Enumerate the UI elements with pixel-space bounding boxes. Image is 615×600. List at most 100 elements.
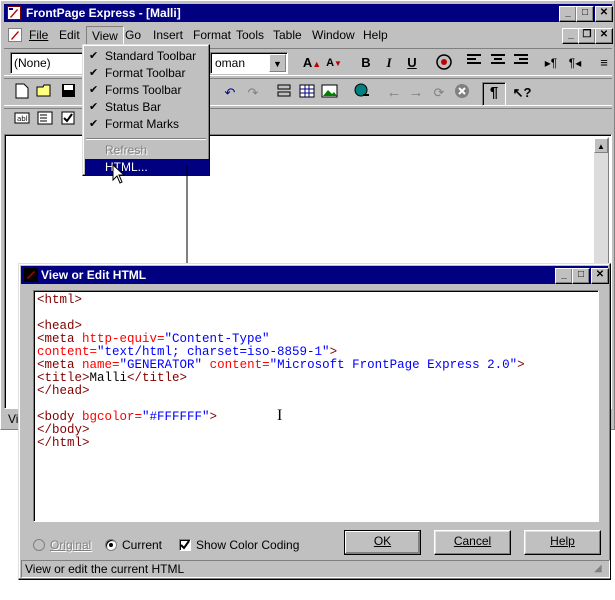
- html-code-text[interactable]: <html> <head> <meta http-equiv="Content-Ty…: [37, 294, 593, 450]
- radio-original[interactable]: Original: [33, 538, 103, 554]
- close-icon[interactable]: ✕: [595, 6, 613, 22]
- code-token: <meta: [37, 358, 83, 372]
- align-center-icon[interactable]: [488, 53, 508, 73]
- radio-original-label: Original: [50, 538, 92, 552]
- checkbox-icon[interactable]: [58, 111, 78, 131]
- style-dropdown-value: (None): [14, 56, 51, 70]
- form-field-icon[interactable]: [274, 83, 294, 103]
- open-folder-icon[interactable]: [35, 83, 55, 103]
- help-button[interactable]: Help: [524, 530, 601, 555]
- show-color-coding-checkbox[interactable]: Show Color Coding: [179, 538, 309, 554]
- back-arrow-icon[interactable]: ←: [384, 83, 404, 103]
- dialog-status-bar: View or edit the current HTML ◢: [21, 560, 610, 578]
- dialog-close-icon[interactable]: ✕: [591, 268, 609, 284]
- code-token: </body>: [37, 423, 90, 437]
- ok-button[interactable]: OK: [344, 530, 421, 555]
- radio-current-circle[interactable]: [105, 539, 117, 551]
- checkmark-icon: ✔: [89, 118, 99, 130]
- menu-tools[interactable]: Tools: [231, 26, 269, 44]
- dialog-title: View or Edit HTML: [41, 268, 147, 282]
- menu-refresh[interactable]: Refresh: [83, 142, 207, 159]
- scrolling-textbox-icon[interactable]: [35, 111, 55, 131]
- minimize-icon[interactable]: _: [559, 6, 577, 22]
- mouse-pointer-icon: [112, 164, 126, 184]
- one-line-textbox-icon[interactable]: abl: [12, 111, 32, 131]
- refresh-icon[interactable]: ⟳: [429, 83, 449, 103]
- menu-standard-toolbar[interactable]: ✔ Standard Toolbar: [83, 48, 207, 65]
- main-title-bar[interactable]: FrontPage Express - [Malli] _ □ ✕: [4, 4, 613, 22]
- checkmark-icon: ✔: [89, 67, 99, 79]
- checkmark-icon: ✔: [89, 101, 99, 113]
- redo-icon[interactable]: ↷: [243, 83, 263, 103]
- code-token: </title>: [127, 371, 188, 385]
- dialog-maximize-icon[interactable]: □: [572, 268, 590, 284]
- more-icon[interactable]: ≡: [594, 53, 614, 73]
- code-token: name=: [82, 358, 120, 372]
- checkbox-box[interactable]: [179, 539, 191, 551]
- dialog-title-bar[interactable]: View or Edit HTML _ □ ✕: [21, 266, 609, 284]
- increase-font-icon[interactable]: A▲: [302, 53, 322, 73]
- menu-go[interactable]: Go: [120, 26, 146, 44]
- menu-status-bar[interactable]: ✔ Status Bar: [83, 99, 207, 116]
- menu-view[interactable]: View: [86, 26, 124, 46]
- html-code-editor[interactable]: <html> <head> <meta http-equiv="Content-Ty…: [33, 290, 599, 522]
- menu-format-marks[interactable]: ✔ Format Marks: [83, 116, 207, 133]
- menu-insert[interactable]: Insert: [148, 26, 188, 44]
- bold-icon[interactable]: B: [356, 53, 376, 73]
- left-to-right-icon[interactable]: ▸¶: [541, 53, 561, 73]
- radio-current[interactable]: Current: [105, 538, 177, 554]
- help-pointer-icon[interactable]: ↖?: [512, 83, 532, 103]
- doc-close-icon[interactable]: ✕: [595, 28, 613, 44]
- decrease-font-icon[interactable]: A▼: [324, 53, 344, 73]
- app-icon: [7, 6, 21, 20]
- code-token: bgcolor=: [82, 410, 143, 424]
- code-line: </body>: [37, 424, 593, 437]
- code-token: </head>: [37, 384, 90, 398]
- show-format-marks-icon[interactable]: ¶: [482, 82, 506, 106]
- italic-icon[interactable]: I: [379, 53, 399, 73]
- align-left-icon[interactable]: [464, 53, 484, 73]
- font-dropdown[interactable]: oman ▼: [210, 52, 288, 74]
- menu-table[interactable]: Table: [268, 26, 307, 44]
- dialog-app-icon: [24, 268, 38, 282]
- code-token: Malli: [89, 371, 128, 385]
- insert-table-icon[interactable]: [297, 83, 317, 103]
- underline-icon[interactable]: U: [402, 53, 422, 73]
- stop-icon[interactable]: [452, 83, 472, 103]
- hyperlink-icon[interactable]: [352, 83, 372, 103]
- view-menu-dropdown: ✔ Standard Toolbar ✔ Format Toolbar ✔ Fo…: [82, 44, 210, 176]
- maximize-icon[interactable]: □: [576, 6, 594, 22]
- font-dropdown-value: oman: [215, 56, 246, 70]
- doc-restore-icon[interactable]: ❐: [578, 28, 596, 44]
- undo-icon[interactable]: ↶: [220, 83, 240, 103]
- radio-current-label: Current: [122, 538, 163, 552]
- main-status-text: Vi: [8, 412, 19, 426]
- menu-forms-toolbar[interactable]: ✔ Forms Toolbar: [83, 82, 207, 99]
- style-dropdown[interactable]: (None): [10, 52, 86, 74]
- radio-current-dot: [109, 543, 113, 547]
- right-to-left-icon[interactable]: ¶◂: [565, 53, 585, 73]
- radio-original-circle[interactable]: [33, 539, 45, 551]
- menu-file[interactable]: File: [24, 26, 53, 44]
- menu-window[interactable]: Window: [307, 26, 360, 44]
- checkbox-label: Show Color Coding: [196, 538, 300, 552]
- menu-help[interactable]: Help: [358, 26, 393, 44]
- forward-arrow-icon[interactable]: →: [406, 83, 426, 103]
- cancel-button[interactable]: Cancel: [434, 530, 511, 555]
- new-page-icon[interactable]: [12, 83, 32, 103]
- code-token: <head>: [37, 319, 83, 333]
- dialog-minimize-icon[interactable]: _: [555, 268, 573, 284]
- text-color-icon[interactable]: [434, 53, 454, 73]
- resize-grip-icon[interactable]: ◢: [594, 563, 602, 574]
- scroll-up-icon[interactable]: ▲: [594, 138, 608, 153]
- insert-image-icon[interactable]: [320, 83, 340, 103]
- code-token: <html>: [37, 293, 83, 307]
- save-disk-icon[interactable]: [58, 83, 78, 103]
- chevron-down-icon[interactable]: ▼: [269, 54, 286, 72]
- menu-format[interactable]: Format: [188, 26, 236, 44]
- align-right-icon[interactable]: [511, 53, 531, 73]
- code-token: >: [517, 358, 525, 372]
- menu-edit[interactable]: Edit: [54, 26, 85, 44]
- menu-format-toolbar[interactable]: ✔ Format Toolbar: [83, 65, 207, 82]
